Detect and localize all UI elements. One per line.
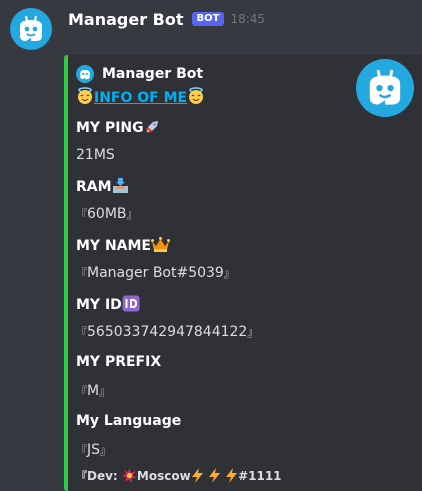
collision-icon xyxy=(121,468,137,486)
field-value-prefix: 『M』 xyxy=(76,383,110,399)
field-label: MY ID xyxy=(76,297,122,313)
robot-thumbnail-icon xyxy=(369,69,401,105)
close-bracket: 』 xyxy=(247,326,259,339)
field-label: MY NAME xyxy=(76,238,151,254)
close-bracket: 』 xyxy=(99,385,111,398)
embed-footer: 『Dev: Moscow #1111 xyxy=(76,468,282,486)
close-bracket: 』 xyxy=(223,267,235,280)
lightning-icon xyxy=(225,468,238,486)
field-label: RAM xyxy=(76,179,112,195)
value-text: 565033742947844122 xyxy=(87,324,248,340)
field-label: MY PREFIX xyxy=(76,354,162,370)
field-name-ping: MY PING xyxy=(76,118,161,139)
bot-tag: BOT xyxy=(191,12,225,26)
embed-author-name: Manager Bot xyxy=(102,66,204,82)
open-bracket: 『 xyxy=(76,326,87,339)
field-value-id: 『565033742947844122』 xyxy=(76,324,258,340)
author-robot-icon xyxy=(76,65,94,83)
value-text: JS xyxy=(87,442,101,458)
field-name-language: My Language xyxy=(76,413,181,429)
message-header: Manager Bot BOT 18:45 xyxy=(68,8,265,30)
footer-prefix: Dev: xyxy=(87,469,118,483)
value-text: M xyxy=(87,383,100,399)
field-value-ping: 21MS xyxy=(76,147,115,163)
footer-tag: #1111 xyxy=(238,469,282,483)
bot-message: Manager Bot BOT 18:45 Manager Bot INFO O… xyxy=(0,0,422,491)
info-embed: Manager Bot INFO OF ME MY PING 21MS RAM … xyxy=(64,55,422,491)
field-label: My Language xyxy=(76,413,182,429)
id-button-icon xyxy=(122,295,140,316)
bot-avatar[interactable] xyxy=(10,8,52,50)
open-bracket: 『 xyxy=(76,208,87,221)
rocket-icon xyxy=(144,118,161,139)
close-bracket: 』 xyxy=(126,208,138,221)
halo-face-icon xyxy=(76,87,94,109)
robot-avatar-icon xyxy=(20,15,42,41)
crown-icon xyxy=(151,236,170,257)
halo-face-icon xyxy=(187,87,205,109)
value-text: Manager Bot#5039 xyxy=(87,265,224,281)
field-value-name: 『Manager Bot#5039』 xyxy=(76,265,235,281)
username[interactable]: Manager Bot xyxy=(68,10,184,29)
close-bracket: 』 xyxy=(100,444,112,457)
open-bracket: 『 xyxy=(76,470,87,483)
field-name-name: MY NAME xyxy=(76,236,170,257)
lightning-icon xyxy=(208,468,221,486)
embed-title-link[interactable]: INFO OF ME xyxy=(94,90,187,106)
open-bracket: 『 xyxy=(76,267,87,280)
timestamp[interactable]: 18:45 xyxy=(230,12,265,26)
inbox-tray-icon xyxy=(112,177,129,198)
field-value-language: 『JS』 xyxy=(76,442,111,458)
embed-title[interactable]: INFO OF ME xyxy=(76,87,205,109)
embed-author: Manager Bot xyxy=(76,65,203,83)
field-name-ram: RAM xyxy=(76,177,129,198)
field-label: MY PING xyxy=(76,120,144,136)
field-value-ram: 『60MB』 xyxy=(76,206,138,222)
value-text: 60MB xyxy=(87,206,127,222)
field-name-id: MY ID xyxy=(76,295,140,316)
footer-name: Moscow xyxy=(136,469,191,483)
open-bracket: 『 xyxy=(76,385,87,398)
lightning-icon xyxy=(191,468,204,486)
open-bracket: 『 xyxy=(76,444,87,457)
field-name-prefix: MY PREFIX xyxy=(76,354,161,370)
embed-thumbnail[interactable] xyxy=(356,59,414,117)
